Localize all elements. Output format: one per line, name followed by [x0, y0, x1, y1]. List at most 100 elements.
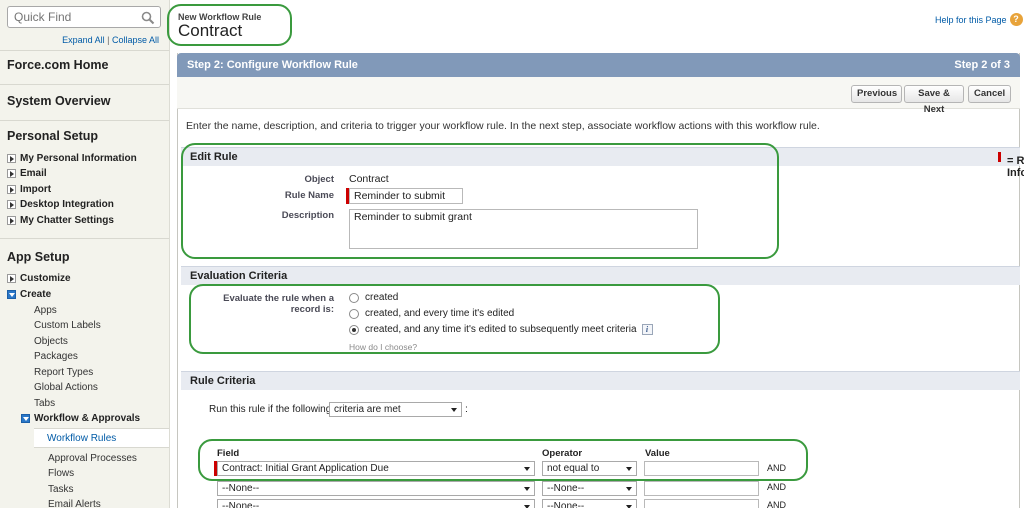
eval-option-label: created, and any time it's edited to sub…: [365, 324, 637, 335]
edit-rule-heading: Edit Rule: [190, 151, 238, 163]
sidebar-item-report-types[interactable]: Report Types: [34, 367, 93, 378]
sidebar-item-flows[interactable]: Flows: [48, 468, 74, 479]
eval-option-created-meets-criteria[interactable]: created, and any time it's edited to sub…: [349, 324, 653, 335]
object-value: Contract: [349, 173, 389, 185]
sidebar-item-packages[interactable]: Packages: [34, 351, 78, 362]
value-column-header: Value: [645, 448, 670, 459]
sidebar-item-create[interactable]: Create: [7, 289, 51, 300]
expand-triangle-icon[interactable]: [7, 274, 16, 283]
eval-option-created[interactable]: created: [349, 292, 398, 303]
expand-collapse-links: Expand All | Collapse All: [62, 35, 159, 45]
sidebar-item-import[interactable]: Import: [7, 184, 51, 195]
sidebar-item-global-actions[interactable]: Global Actions: [34, 382, 98, 393]
criteria-operator-select[interactable]: --None--: [542, 499, 637, 508]
info-icon[interactable]: i: [641, 324, 653, 335]
criteria-join-label: AND: [767, 463, 787, 473]
how-do-i-choose-link[interactable]: How do I choose?: [349, 342, 417, 352]
step-header-bar: Step 2: Configure Workflow Rule Step 2 o…: [177, 53, 1020, 77]
required-info-note: = Required Information: [998, 152, 1024, 179]
evaluation-criteria-section-header: Evaluation Criteria: [181, 266, 1020, 285]
expand-triangle-icon[interactable]: [7, 169, 16, 178]
page-title: Contract: [178, 21, 243, 40]
sidebar-item-approval-processes[interactable]: Approval Processes: [48, 453, 137, 464]
criteria-value-input[interactable]: [644, 481, 759, 496]
eval-option-label: created: [365, 292, 399, 303]
evaluate-rule-label: Evaluate the rule when a record is:: [223, 293, 334, 315]
rule-name-label: Rule Name: [284, 190, 334, 201]
sidebar-item-label: Create: [20, 289, 52, 300]
expand-triangle-icon[interactable]: [7, 185, 16, 194]
personal-setup-heading: Personal Setup: [7, 129, 98, 143]
setup-sidebar: Expand All | Collapse All Force.com Home…: [0, 0, 170, 508]
save-next-button[interactable]: Save & Next: [904, 85, 964, 115]
rule-name-input[interactable]: [349, 188, 463, 204]
sidebar-item-email[interactable]: Email: [7, 168, 47, 179]
operator-column-header: Operator: [542, 448, 583, 459]
evaluation-criteria-heading: Evaluation Criteria: [190, 270, 288, 282]
sidebar-item-label: Customize: [20, 273, 71, 284]
radio-button-selected[interactable]: [349, 324, 359, 335]
sidebar-item-label: Workflow Rules: [47, 433, 117, 444]
run-rule-label: Run this rule if the following: [209, 404, 332, 415]
eval-option-label: created, and every time it's edited: [365, 308, 515, 319]
sidebar-item-label: My Chatter Settings: [20, 215, 114, 226]
field-column-header: Field: [217, 448, 240, 459]
button-bar: Previous Save & Next Cancel: [177, 77, 1020, 115]
rule-criteria-section-header: Rule Criteria: [181, 371, 1020, 390]
required-info-label: = Required Information: [1007, 155, 1024, 179]
link-separator: |: [107, 35, 110, 45]
sidebar-item-workflow-rules[interactable]: Workflow Rules: [34, 428, 169, 448]
criteria-field-select[interactable]: Contract: Initial Grant Application Due: [217, 461, 535, 476]
help-link[interactable]: Help for this Page ?: [935, 13, 1023, 26]
expand-all-link[interactable]: Expand All: [62, 35, 105, 45]
collapse-all-link[interactable]: Collapse All: [112, 35, 159, 45]
sidebar-item-label: Desktop Integration: [20, 199, 114, 210]
criteria-operator-select[interactable]: --None--: [542, 481, 637, 496]
sidebar-item-tasks[interactable]: Tasks: [48, 484, 74, 495]
expand-triangle-icon[interactable]: [7, 200, 16, 209]
quick-find-input[interactable]: [14, 8, 140, 26]
sidebar-item-desktop-integration[interactable]: Desktop Integration: [7, 199, 114, 210]
quick-find-box[interactable]: [7, 6, 161, 28]
sidebar-item-apps[interactable]: Apps: [34, 305, 57, 316]
criteria-join-label: AND: [767, 500, 787, 508]
criteria-value-input[interactable]: [644, 499, 759, 508]
radio-button[interactable]: [349, 308, 359, 319]
eval-option-created-every-edit[interactable]: created, and every time it's edited: [349, 308, 514, 319]
step-counter: Step 2 of 3: [954, 59, 1010, 71]
radio-button[interactable]: [349, 292, 359, 303]
collapse-triangle-icon[interactable]: [7, 290, 16, 299]
criteria-colon: :: [465, 403, 468, 415]
sidebar-item-my-chatter-settings[interactable]: My Chatter Settings: [7, 215, 114, 226]
system-overview-link[interactable]: System Overview: [7, 94, 111, 108]
expand-triangle-icon[interactable]: [7, 216, 16, 225]
criteria-field-select[interactable]: --None--: [217, 481, 535, 496]
sidebar-item-label: Email: [20, 168, 47, 179]
sidebar-item-email-alerts[interactable]: Email Alerts: [48, 499, 101, 508]
sidebar-item-custom-labels[interactable]: Custom Labels: [34, 320, 101, 331]
previous-button[interactable]: Previous: [851, 85, 902, 103]
sidebar-item-tabs[interactable]: Tabs: [34, 398, 55, 409]
sidebar-item-label: My Personal Information: [20, 153, 137, 164]
expand-triangle-icon[interactable]: [7, 154, 16, 163]
step-title: Step 2: Configure Workflow Rule: [187, 59, 358, 71]
sidebar-item-label: Import: [20, 184, 52, 195]
cancel-button[interactable]: Cancel: [968, 85, 1011, 103]
collapse-triangle-icon[interactable]: [21, 414, 30, 423]
sidebar-item-label: Workflow & Approvals: [34, 413, 141, 424]
sidebar-item-workflow-approvals[interactable]: Workflow & Approvals: [21, 413, 140, 424]
criteria-mode-select[interactable]: criteria are met: [329, 402, 462, 417]
sidebar-item-objects[interactable]: Objects: [34, 336, 68, 347]
object-label: Object: [304, 174, 334, 185]
sidebar-item-my-personal-information[interactable]: My Personal Information: [7, 153, 137, 164]
app-setup-heading: App Setup: [7, 250, 70, 264]
description-textarea[interactable]: Reminder to submit grant: [349, 209, 698, 249]
rule-criteria-heading: Rule Criteria: [190, 375, 256, 387]
criteria-field-select[interactable]: --None--: [217, 499, 535, 508]
search-icon[interactable]: [141, 11, 155, 25]
criteria-operator-select[interactable]: not equal to: [542, 461, 637, 476]
sidebar-item-customize[interactable]: Customize: [7, 273, 71, 284]
help-icon[interactable]: ?: [1009, 13, 1023, 26]
criteria-value-input[interactable]: [644, 461, 759, 476]
force-home-link[interactable]: Force.com Home: [7, 58, 108, 72]
